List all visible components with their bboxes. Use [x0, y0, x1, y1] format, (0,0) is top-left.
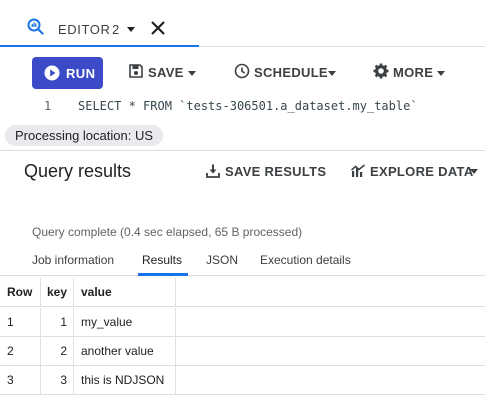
table-row: 2 2 another value [0, 337, 485, 366]
save-results-label: SAVE RESULTS [225, 164, 327, 179]
column-header-row: Row [0, 278, 41, 307]
tab-editor[interactable]: EDITOR 2 [0, 0, 199, 47]
cell-key: 3 [41, 366, 74, 395]
row-number: 2 [0, 337, 41, 366]
explore-data-label: EXPLORE DATA [370, 164, 474, 179]
chevron-down-icon [470, 169, 478, 174]
gear-icon [373, 63, 389, 79]
sql-code-line[interactable]: SELECT * FROM `tests-306501.a_dataset.my… [78, 99, 418, 113]
chevron-down-icon [437, 71, 445, 76]
save-icon [128, 63, 144, 79]
row-number: 3 [0, 366, 41, 395]
cell-key: 2 [41, 337, 74, 366]
chevron-down-icon [328, 71, 336, 76]
tab-editor-count: 2 [112, 22, 120, 37]
editor-tab-strip: EDITOR 2 [0, 0, 485, 47]
chevron-down-icon [188, 71, 196, 76]
processing-location-chip: Processing location: US [5, 125, 164, 146]
tab-json[interactable]: JSON [206, 253, 238, 267]
tab-execution-details[interactable]: Execution details [260, 253, 351, 267]
chevron-down-icon[interactable] [127, 27, 135, 32]
schedule-clock-icon [234, 63, 250, 79]
download-icon [205, 163, 221, 179]
query-status: Query complete (0.4 sec elapsed, 65 B pr… [32, 225, 303, 239]
row-number: 1 [0, 308, 41, 337]
column-header-key: key [41, 278, 74, 307]
chart-icon [350, 163, 366, 179]
tab-results[interactable]: Results [142, 253, 182, 267]
cell-value: this is NDJSON [74, 366, 176, 395]
table-header-row: Row key value [0, 278, 485, 307]
close-icon[interactable] [150, 20, 166, 36]
tab-editor-label: EDITOR [58, 22, 111, 37]
active-tab-indicator [138, 273, 188, 276]
cell-key: 1 [41, 308, 74, 337]
tab-job-information[interactable]: Job information [32, 253, 114, 267]
more-button-label: MORE [393, 65, 434, 80]
query-search-icon [27, 18, 44, 35]
query-results-title: Query results [24, 161, 132, 181]
play-circle-icon [44, 65, 60, 81]
table-row: 1 1 my_value [0, 308, 485, 337]
schedule-button-label: SCHEDULE [254, 65, 328, 80]
cell-value: my_value [74, 308, 176, 337]
table-row: 3 3 this is NDJSON [0, 366, 485, 395]
line-number: 1 [44, 99, 52, 113]
column-header-value: value [74, 278, 176, 307]
cell-value: another value [74, 337, 176, 366]
results-tabs: Job information Results JSON Execution d… [0, 248, 485, 276]
save-button-label: SAVE [148, 65, 184, 80]
run-button[interactable]: RUN [32, 57, 103, 89]
divider [0, 150, 485, 151]
editor-toolbar: RUN SAVE SCHEDULE MORE [0, 47, 485, 97]
sql-editor[interactable]: 1 SELECT * FROM `tests-306501.a_dataset.… [0, 97, 485, 117]
run-button-label: RUN [66, 66, 96, 81]
